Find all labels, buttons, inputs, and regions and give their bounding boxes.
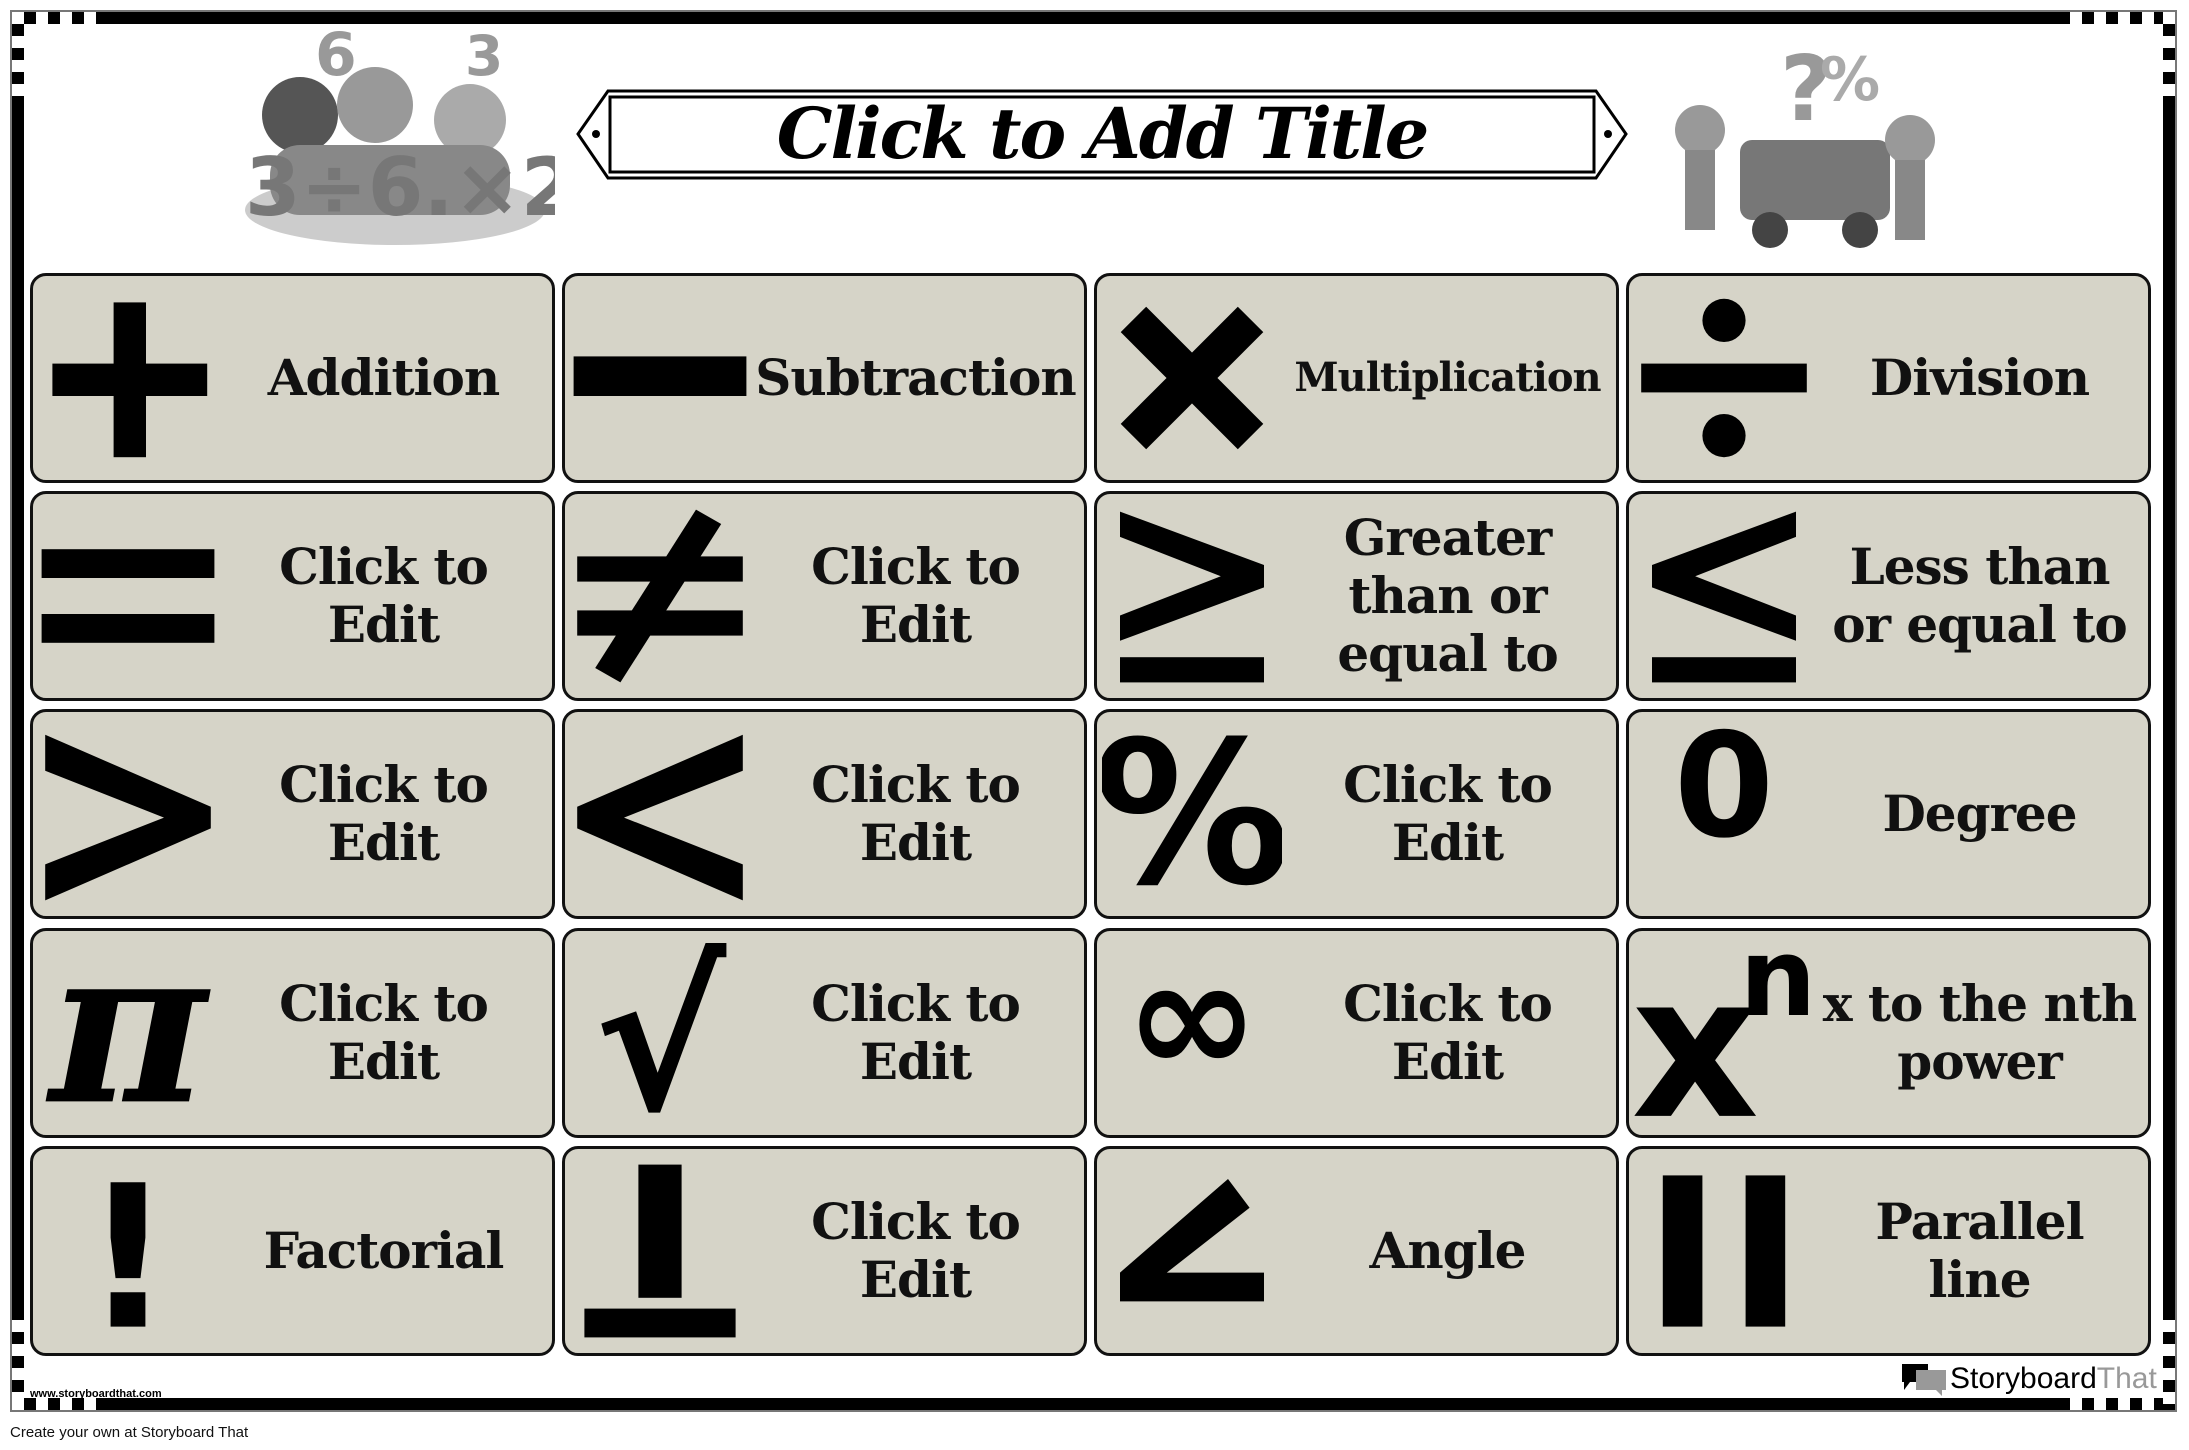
svg-text:3÷6.×2: 3÷6.×2 [245, 141, 555, 234]
symbol-card[interactable]: Click to Edit [562, 709, 1087, 919]
card-label[interactable]: Click to Edit [1287, 756, 1616, 872]
svg-text:%: % [1820, 45, 1880, 115]
symbol-card[interactable]: Division [1626, 273, 2151, 483]
card-label[interactable]: x to the nth power [1819, 975, 2148, 1091]
svg-text:%: % [1102, 724, 1282, 904]
card-label[interactable]: Less than or equal to [1819, 538, 2148, 654]
times-icon [1097, 278, 1287, 478]
greater-equal-icon [1097, 496, 1287, 696]
factorial-icon: ! [33, 1151, 223, 1351]
symbol-card[interactable]: Click to Edit [30, 709, 555, 919]
card-label[interactable]: Click to Edit [755, 538, 1084, 654]
corner-checker-tr [2070, 12, 2166, 24]
parallel-icon [1629, 1151, 1819, 1351]
card-label[interactable]: Click to Edit [223, 756, 552, 872]
card-label[interactable]: Click to Edit [755, 756, 1084, 872]
svg-text:!: ! [83, 1161, 173, 1341]
less-equal-icon [1629, 496, 1819, 696]
card-label[interactable]: Factorial [223, 1222, 552, 1280]
svg-text:π: π [45, 943, 211, 1123]
symbol-card[interactable]: Angle [1094, 1146, 1619, 1356]
page-title[interactable]: Click to Add Title [610, 92, 1594, 175]
kids-with-cart-illustration[interactable]: ? % [1660, 30, 1960, 260]
symbol-card[interactable]: Click to Edit [562, 491, 1087, 701]
equals-icon [33, 496, 223, 696]
kids-with-numbers-illustration[interactable]: 3÷6.×2 6 3 [225, 25, 555, 255]
symbol-card[interactable]: Greater than or equal to [1094, 491, 1619, 701]
speech-bubbles-icon [1902, 1364, 1946, 1396]
svg-text:n: n [1740, 943, 1814, 1041]
symbol-card[interactable]: Addition [30, 273, 555, 483]
minus-icon [565, 278, 755, 478]
svg-text:3: 3 [465, 25, 503, 88]
card-label[interactable]: Multiplication [1287, 349, 1616, 407]
svg-text:0: 0 [1674, 724, 1774, 870]
greater-than-icon [33, 714, 223, 914]
symbol-card[interactable]: Multiplication [1094, 273, 1619, 483]
card-label[interactable]: Click to Edit [1287, 975, 1616, 1091]
storyboardthat-logo[interactable]: Storyboard That [1900, 1360, 2157, 1398]
symbol-card[interactable]: 0 Degree [1626, 709, 2151, 919]
symbol-card[interactable]: xn x to the nth power [1626, 928, 2151, 1138]
watermark-url: www.storyboardthat.com [30, 1388, 162, 1400]
corner-checker-br [2070, 1398, 2166, 1410]
symbol-card[interactable]: Parallel line [1626, 1146, 2151, 1356]
symbol-card[interactable]: Subtraction [562, 273, 1087, 483]
corner-checker-tl [12, 12, 108, 24]
perpendicular-icon [565, 1151, 755, 1351]
corner-checker-bl-v [12, 1320, 24, 1404]
pi-icon: π [33, 933, 223, 1133]
not-equal-icon [565, 496, 755, 696]
credit-text[interactable]: Create your own at Storyboard That [10, 1424, 248, 1441]
corner-checker-tl-v [12, 12, 24, 96]
symbol-card[interactable]: Click to Edit [562, 1146, 1087, 1356]
card-label[interactable]: Greater than or equal to [1287, 509, 1616, 683]
card-label[interactable]: Click to Edit [223, 538, 552, 654]
infinity-icon: ∞ [1097, 933, 1287, 1133]
divide-icon [1629, 278, 1819, 478]
card-label[interactable]: Addition [223, 349, 552, 407]
less-than-icon [565, 714, 755, 914]
exponent-icon: xn [1629, 933, 1819, 1133]
card-label[interactable]: Click to Edit [755, 975, 1084, 1091]
square-root-icon: √ [565, 933, 755, 1133]
corner-checker-tr-v [2163, 12, 2175, 96]
corner-checker-br-v [2163, 1320, 2175, 1404]
card-label[interactable]: Division [1819, 349, 2148, 407]
symbol-card[interactable]: π Click to Edit [30, 928, 555, 1138]
percent-icon: % [1097, 714, 1287, 914]
brand-that: That [2096, 1362, 2157, 1395]
symbol-card[interactable]: √ Click to Edit [562, 928, 1087, 1138]
symbol-card[interactable]: ! Factorial [30, 1146, 555, 1356]
card-label[interactable]: Degree [1819, 785, 2148, 843]
card-label[interactable]: Angle [1287, 1222, 1616, 1280]
card-label[interactable]: Parallel line [1819, 1193, 2148, 1309]
svg-text:√: √ [594, 943, 727, 1123]
angle-icon [1097, 1151, 1287, 1351]
symbol-card[interactable]: Less than or equal to [1626, 491, 2151, 701]
brand-storyboard: Storyboard [1950, 1362, 2097, 1395]
degree-icon: 0 [1629, 714, 1819, 914]
symbol-card[interactable]: ∞ Click to Edit [1094, 928, 1619, 1138]
card-label[interactable]: Click to Edit [223, 975, 552, 1091]
plus-icon [33, 278, 223, 478]
symbol-card[interactable]: % Click to Edit [1094, 709, 1619, 919]
svg-text:6: 6 [315, 25, 357, 90]
symbol-card[interactable]: Click to Edit [30, 491, 555, 701]
svg-text:∞: ∞ [1125, 943, 1260, 1112]
card-label[interactable]: Subtraction [755, 349, 1084, 407]
card-label[interactable]: Click to Edit [755, 1193, 1084, 1309]
